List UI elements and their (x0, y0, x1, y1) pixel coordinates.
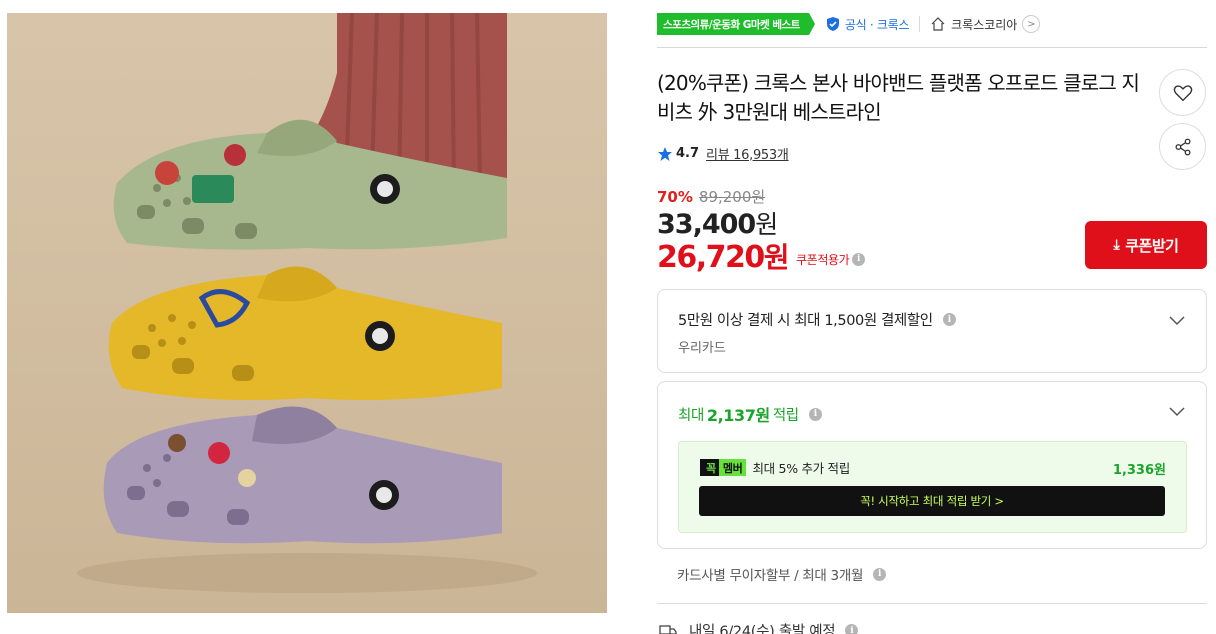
membership-tag: 꼭 (700, 459, 719, 476)
home-icon (931, 17, 945, 31)
membership-promo: 꼭 멤버 최대 5% 추가 적립 1,336원 꼭! 시작하고 최대 적립 받기 … (678, 441, 1187, 533)
chevron-down-icon[interactable] (1168, 312, 1186, 330)
store-link[interactable]: 크록스코리아 > (930, 13, 1041, 35)
chevron-right-icon: > (1022, 15, 1041, 33)
coupon-price-value: 26,720 (657, 240, 765, 275)
card-discount-text-row: 5만원 이상 결제 시 최대 1,500원 결제할인 i (678, 309, 956, 330)
info-icon[interactable]: i (942, 313, 956, 326)
installment-text: 카드사별 무이자할부 / 최대 3개월 (677, 568, 864, 584)
official-label: 공식 · 크록스 (844, 17, 910, 32)
product-title: (20%쿠폰) 크록스 본사 바야밴드 플랫폼 오프로드 클로그 지비츠 外 3… (657, 71, 1140, 124)
divider (657, 603, 1207, 604)
delivery-row: 내일 6/24(수) 출발 예정 i (659, 620, 859, 634)
truck-icon (659, 624, 677, 634)
points-prefix: 최대 (678, 407, 704, 424)
share-button[interactable] (1159, 123, 1206, 170)
badge-row: 스포츠의류/운동화 G마켓 베스트 공식 · 크록스 크록스코리아 > (657, 13, 1207, 48)
info-icon[interactable]: i (845, 624, 859, 634)
coupon-price: 26,720원 (657, 236, 790, 276)
card-discount-box[interactable]: 5만원 이상 결제 시 최대 1,500원 결제할인 i 우리카드 (657, 289, 1207, 373)
membership-row: 꼭 멤버 최대 5% 추가 적립 (700, 458, 850, 477)
membership-text: 최대 5% 추가 적립 (752, 461, 850, 476)
get-coupon-button[interactable]: ⤓ 쿠폰받기 (1085, 221, 1207, 269)
membership-tag-label: 멤버 (718, 459, 747, 476)
category-best-badge[interactable]: 스포츠의류/운동화 G마켓 베스트 (657, 13, 815, 35)
points-suffix: 적립 (772, 407, 799, 424)
membership-amount: 1,336원 (1112, 463, 1166, 478)
card-discount-text: 5만원 이상 결제 시 최대 1,500원 결제할인 (678, 313, 933, 329)
points-amount: 2,137원 (706, 406, 770, 425)
chevron-down-icon[interactable] (1168, 403, 1186, 421)
installment-row: 카드사별 무이자할부 / 최대 3개월 i (677, 564, 887, 584)
shield-icon (826, 17, 839, 31)
review-count-link[interactable]: 리뷰 16,953개 (706, 144, 789, 163)
product-info-panel: 스포츠의류/운동화 G마켓 베스트 공식 · 크록스 크록스코리아 > (20%… (657, 13, 1207, 634)
info-icon[interactable]: i (852, 252, 866, 266)
store-name: 크록스코리아 (951, 17, 1018, 32)
delivery-text: 내일 6/24(수) 출발 예정 (689, 624, 836, 634)
discount-percent: 70% (657, 187, 693, 206)
wishlist-button[interactable] (1159, 69, 1206, 116)
get-coupon-label: 쿠폰받기 (1125, 236, 1179, 255)
discount-row: 70% 89,200원 (657, 186, 765, 207)
heart-icon (1173, 84, 1192, 101)
start-membership-button[interactable]: 꼭! 시작하고 최대 적립 받기 > (699, 486, 1165, 516)
points-box: 최대 2,137원 적립 i 꼭 멤버 최대 5% 추가 적립 1,336원 꼭!… (657, 381, 1207, 549)
info-icon[interactable]: i (873, 567, 887, 581)
star-icon (658, 146, 672, 161)
original-price: 89,200원 (698, 188, 766, 206)
info-icon[interactable]: i (808, 407, 822, 421)
sale-price-unit: 원 (755, 210, 778, 239)
coupon-price-row: 26,720원 쿠폰적용가 i (657, 236, 866, 276)
product-image (7, 13, 607, 613)
points-row: 최대 2,137원 적립 i (678, 402, 822, 426)
divider (919, 16, 921, 32)
download-icon: ⤓ (1113, 237, 1120, 253)
rating-score: 4.7 (676, 146, 700, 161)
card-name: 우리카드 (678, 341, 726, 356)
coupon-applied-label: 쿠폰적용가 (796, 252, 850, 267)
share-icon (1174, 138, 1191, 155)
official-store-link[interactable]: 공식 · 크록스 (825, 13, 909, 35)
coupon-price-unit: 원 (763, 241, 790, 274)
rating-row: 4.7 리뷰 16,953개 (657, 144, 789, 163)
